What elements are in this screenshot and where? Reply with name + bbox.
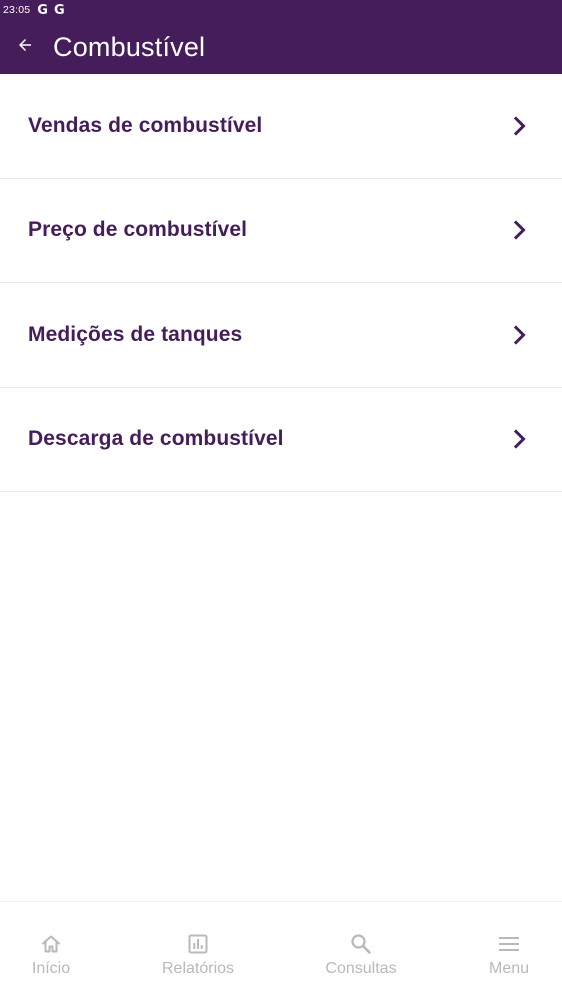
chevron-right-icon: [512, 429, 528, 449]
nav-label: Menu: [488, 960, 530, 977]
google-notification-icon: G: [53, 2, 65, 18]
google-notification-icon: G: [37, 2, 48, 18]
list-item-label: Preço de combustível: [28, 218, 248, 242]
chevron-right-icon: [512, 116, 528, 136]
list-item-label: Descarga de combustível: [28, 427, 284, 451]
list-item-label: Medições de tanques: [28, 322, 243, 346]
bar-chart-icon: [186, 932, 210, 956]
home-icon: [39, 932, 63, 956]
nav-item-menu[interactable]: Menu: [469, 902, 549, 1002]
nav-item-relatorios[interactable]: Relatórios: [148, 902, 248, 1002]
nav-item-inicio[interactable]: Início: [11, 902, 91, 1002]
list-item-vendas-de-combustivel[interactable]: Vendas de combustível: [0, 74, 562, 179]
screen: 23:05 G G Combustível Vendas de combustí…: [0, 0, 562, 1005]
nav-label: Consultas: [325, 960, 397, 977]
nav-label: Relatórios: [161, 960, 235, 977]
chevron-right-icon: [512, 220, 528, 240]
back-button[interactable]: [14, 36, 36, 58]
nav-item-consultas[interactable]: Consultas: [311, 902, 411, 1002]
chevron-right-icon: [512, 325, 528, 345]
list-item-label: Vendas de combustível: [28, 113, 263, 137]
status-time: 23:05: [3, 4, 31, 16]
arrow-left-icon: [16, 36, 34, 59]
bottom-navigation: Início Relatórios Consultas Menu: [0, 901, 562, 1005]
list-item-preco-de-combustivel[interactable]: Preço de combustível: [0, 179, 562, 283]
status-bar: 23:05 G G: [0, 0, 562, 20]
search-icon: [349, 932, 373, 956]
hamburger-menu-icon: [497, 932, 521, 956]
page-title: Combustível: [53, 31, 206, 62]
fuel-menu-list: Vendas de combustível Preço de combustív…: [0, 74, 562, 492]
list-item-descarga-de-combustivel[interactable]: Descarga de combustível: [0, 388, 562, 492]
app-bar: Combustível: [0, 20, 562, 74]
nav-label: Início: [31, 960, 71, 977]
list-item-medicoes-de-tanques[interactable]: Medições de tanques: [0, 283, 562, 388]
